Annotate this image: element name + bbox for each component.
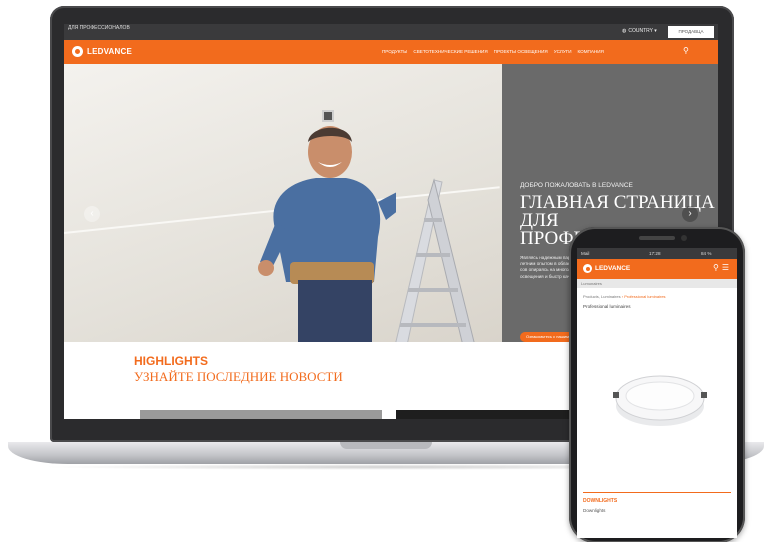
brand-logo[interactable]: LEDVANCE bbox=[72, 46, 132, 57]
phone-speaker bbox=[639, 236, 675, 240]
highlights-subtitle: УЗНАЙТЕ ПОСЛЕДНИЕ НОВОСТИ bbox=[134, 369, 343, 384]
main-navbar: LEDVANCE ПРОДУКТЫ СВЕТОТЕХНИЧЕСКИЕ РЕШЕН… bbox=[64, 40, 718, 64]
phone-screen: Mail 17:28 84 % LEDVANCE ⚲☰ Lumunaires P… bbox=[577, 248, 737, 538]
top-utility-bar: ДЛЯ ПРОФЕССИОНАЛОВ ◍ COUNTRY ▾ ПРОДАВЦА bbox=[64, 24, 718, 40]
mobile-subnav[interactable]: Lumunaires bbox=[577, 279, 737, 288]
phone-status-bar: Mail 17:28 84 % bbox=[577, 248, 737, 259]
device-mockup: ДЛЯ ПРОФЕССИОНАЛОВ ◍ COUNTRY ▾ ПРОДАВЦА L… bbox=[0, 0, 772, 542]
highlights-title: HIGHLIGHTS bbox=[134, 354, 208, 368]
section-divider bbox=[583, 492, 731, 493]
laptop-notch bbox=[340, 442, 432, 449]
carousel-next-icon[interactable]: › bbox=[682, 206, 698, 222]
search-icon[interactable]: ⚲ bbox=[683, 46, 689, 55]
mobile-brand-name: LEDVANCE bbox=[595, 265, 631, 272]
mobile-navbar: LEDVANCE ⚲☰ bbox=[577, 259, 737, 279]
carousel-prev-icon[interactable]: ‹ bbox=[84, 206, 100, 222]
hero-photo bbox=[64, 64, 502, 342]
logo-mark-icon bbox=[72, 46, 83, 57]
nav-item-lighting-projects[interactable]: ПРОЕКТЫ ОСВЕЩЕНИЯ bbox=[494, 49, 548, 54]
breadcrumb-item[interactable]: Luminaires bbox=[601, 294, 621, 299]
nav-item-lighting-solutions[interactable]: СВЕТОТЕХНИЧЕСКИЕ РЕШЕНИЯ bbox=[413, 49, 487, 54]
mobile-nav-icons: ⚲☰ bbox=[713, 263, 732, 272]
nav-links: ПРОДУКТЫ СВЕТОТЕХНИЧЕСКИЕ РЕШЕНИЯ ПРОЕКТ… bbox=[382, 49, 604, 54]
downlight-product-image bbox=[613, 375, 707, 426]
carrier-label: Mail bbox=[581, 251, 590, 256]
highlight-card[interactable] bbox=[396, 410, 576, 419]
logo-mark-icon bbox=[583, 264, 592, 273]
status-time: 17:28 bbox=[649, 251, 661, 256]
nav-item-services[interactable]: УСЛУГИ bbox=[554, 49, 572, 54]
site-label[interactable]: ДЛЯ ПРОФЕССИОНАЛОВ bbox=[68, 25, 148, 31]
nav-item-company[interactable]: КОМПАНИЯ bbox=[578, 49, 604, 54]
breadcrumb: Products, Luminaires › Professional lumi… bbox=[583, 294, 666, 299]
breadcrumb-item[interactable]: Products bbox=[583, 294, 599, 299]
country-label: COUNTRY bbox=[628, 28, 653, 34]
battery-label: 84 % bbox=[701, 251, 712, 256]
highlight-card[interactable] bbox=[140, 410, 382, 419]
hero-kicker: ДОБРО ПОЖАЛОВАТЬ В LEDVANCE bbox=[520, 182, 633, 189]
menu-icon[interactable]: ☰ bbox=[722, 263, 732, 272]
phone: Mail 17:28 84 % LEDVANCE ⚲☰ Lumunaires P… bbox=[569, 227, 745, 542]
section-link[interactable]: Downlights bbox=[583, 508, 605, 513]
breadcrumb-current: › Professional luminaires bbox=[621, 294, 666, 299]
page-title: Professional luminaires bbox=[583, 304, 631, 309]
search-icon[interactable]: ⚲ bbox=[713, 263, 722, 272]
section-title: DOWNLIGHTS bbox=[583, 498, 618, 504]
phone-camera bbox=[681, 235, 687, 241]
globe-icon: ◍ bbox=[622, 28, 627, 34]
mobile-brand-logo[interactable]: LEDVANCE bbox=[583, 264, 630, 273]
breadcrumb-item: Professional luminaires bbox=[624, 294, 666, 299]
brand-name: LEDVANCE bbox=[87, 47, 133, 56]
worker-illustration bbox=[258, 126, 396, 342]
country-selector[interactable]: ◍ COUNTRY ▾ bbox=[622, 28, 657, 34]
nav-item-products[interactable]: ПРОДУКТЫ bbox=[382, 49, 407, 54]
pro-portal-button[interactable]: ПРОДАВЦА bbox=[668, 26, 714, 38]
